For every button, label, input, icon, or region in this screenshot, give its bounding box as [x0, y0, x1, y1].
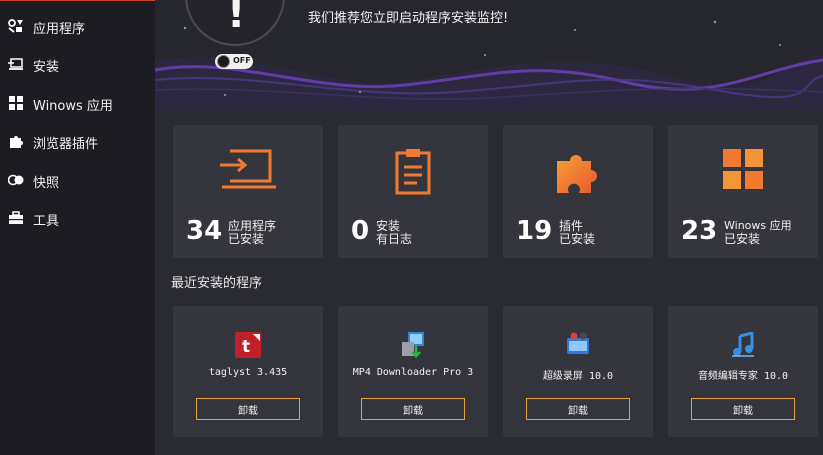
app-name: 超级录屏 10.0: [542, 371, 614, 382]
app-name: 音频编辑专家 10.0: [697, 371, 789, 382]
sidebar-item-label: 应用程序: [33, 22, 86, 37]
recent-app-card: 音频编辑专家 10.0 卸载: [668, 306, 818, 437]
stat-number: 23: [681, 216, 718, 246]
audio-editor-icon: [668, 332, 818, 360]
screen-recorder-icon: [503, 332, 653, 360]
recent-app-card: MP4 Downloader Pro 3 卸载: [338, 306, 488, 437]
toolbox-icon: [8, 211, 24, 225]
sidebar-item-label: 安装: [33, 60, 60, 75]
stat-label-line2: 已安装: [559, 232, 596, 246]
puzzle-icon: [8, 134, 24, 148]
recent-programs-title: 最近安装的程序: [171, 276, 263, 291]
stat-number: 19: [516, 216, 553, 246]
sidebar-item-label: 工具: [33, 214, 60, 229]
laptop-install-icon: [173, 147, 323, 195]
monitor-toggle[interactable]: OFF: [215, 54, 253, 69]
stat-label-line2: 有日志: [376, 232, 413, 246]
install-icon: [8, 57, 24, 71]
alert-icon: !: [227, 0, 246, 37]
puzzle-icon: [503, 147, 653, 195]
apps-icon: [8, 19, 24, 33]
sidebar-item-apps[interactable]: 应用程序: [0, 11, 155, 41]
uninstall-button[interactable]: 卸载: [691, 398, 795, 420]
uninstall-button[interactable]: 卸载: [526, 398, 630, 420]
toggle-label: OFF: [233, 56, 251, 65]
sidebar-item-install[interactable]: 安装: [0, 49, 155, 79]
sidebar-item-windows-apps[interactable]: Winows 应用: [0, 88, 155, 118]
uninstall-button[interactable]: 卸载: [361, 398, 465, 420]
uninstall-button[interactable]: 卸载: [196, 398, 300, 420]
stat-number: 0: [351, 216, 370, 246]
stat-label-line2: 已安装: [724, 232, 761, 246]
monitor-recommendation: 我们推荐您立即启动程序安装监控!: [308, 11, 509, 26]
main-panel: ! OFF 我们推荐您立即启动程序安装监控! 34 应用程序 已安装 0 安装 …: [155, 0, 823, 455]
stat-number: 34: [186, 216, 223, 246]
stat-card-install-logs[interactable]: 0 安装 有日志: [338, 125, 488, 258]
app-name: taglyst 3.435: [208, 367, 288, 378]
svg-text:t: t: [242, 337, 250, 357]
mp4-downloader-icon: [338, 332, 488, 360]
sidebar: 应用程序 安装 Winows 应用 浏览器插件 快照 工具: [0, 0, 155, 455]
windows-grid-icon: [8, 96, 24, 110]
stat-card-windows-apps[interactable]: 23 Winows 应用 已安装: [668, 125, 818, 258]
monitor-banner: ! OFF 我们推荐您立即启动程序安装监控!: [155, 0, 823, 110]
clipboard-log-icon: [338, 147, 488, 195]
stat-card-apps[interactable]: 34 应用程序 已安装: [173, 125, 323, 258]
stat-label-line2: 已安装: [228, 232, 265, 246]
sidebar-item-browser-plugins[interactable]: 浏览器插件: [0, 126, 155, 156]
app-name: MP4 Downloader Pro 3: [352, 367, 474, 378]
sidebar-item-label: 浏览器插件: [33, 137, 99, 152]
recent-app-card: 超级录屏 10.0 卸载: [503, 306, 653, 437]
toggle-knob: [217, 55, 230, 68]
sidebar-item-snapshot[interactable]: 快照: [0, 165, 155, 195]
recent-app-card: t taglyst 3.435 卸载: [173, 306, 323, 437]
sidebar-item-tools[interactable]: 工具: [0, 203, 155, 233]
snapshot-icon: [8, 173, 24, 187]
sidebar-item-label: 快照: [33, 176, 60, 191]
sidebar-item-label: Winows 应用: [33, 99, 113, 114]
windows-grid-icon: [668, 147, 818, 195]
taglyst-icon: t: [173, 332, 323, 360]
stat-card-plugins[interactable]: 19 插件 已安装: [503, 125, 653, 258]
